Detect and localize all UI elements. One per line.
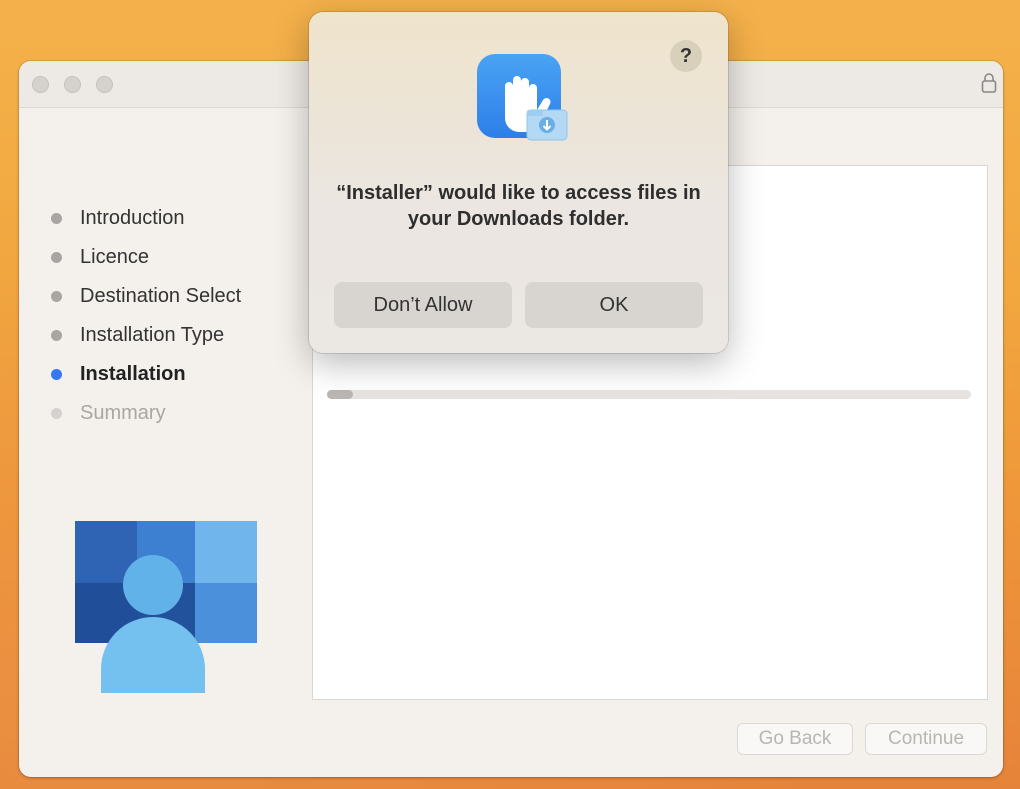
dialog-message: “Installer” would like to access files i… [336,182,701,230]
step-label: Summary [80,402,166,424]
ok-button[interactable]: OK [525,282,703,328]
installation-progress-bar [327,390,971,399]
step-label: Installation [80,363,186,385]
help-button[interactable]: ? [670,40,702,72]
step-label: Licence [80,246,149,268]
step-introduction: Introduction [49,199,241,238]
company-portal-logo [75,521,257,693]
step-label: Destination Select [80,285,242,307]
step-bullet [51,252,62,263]
zoom-window-button[interactable] [96,76,113,93]
step-bullet [51,291,62,302]
step-bullet-active [51,369,62,380]
lock-icon [981,73,997,93]
dont-allow-button[interactable]: Don’t Allow [334,282,512,328]
step-bullet [51,213,62,224]
step-label: Introduction [80,207,185,229]
privacy-hand-folder-icon [477,54,568,141]
go-back-button[interactable]: Go Back [737,723,853,755]
step-label: Installation Type [80,324,225,346]
close-window-button[interactable] [32,76,49,93]
step-installation-type: Installation Type [49,316,241,355]
continue-button[interactable]: Continue [865,723,987,755]
minimize-window-button[interactable] [64,76,81,93]
step-destination-select: Destination Select [49,277,241,316]
installer-steps-list: Introduction Licence Destination Select … [49,199,241,433]
downloads-access-dialog: ? “Installer” would like to access files… [309,12,728,353]
step-bullet [51,408,62,419]
step-bullet [51,330,62,341]
step-installation: Installation [49,355,241,394]
progress-fill [327,390,353,399]
step-summary: Summary [49,394,241,433]
step-licence: Licence [49,238,241,277]
